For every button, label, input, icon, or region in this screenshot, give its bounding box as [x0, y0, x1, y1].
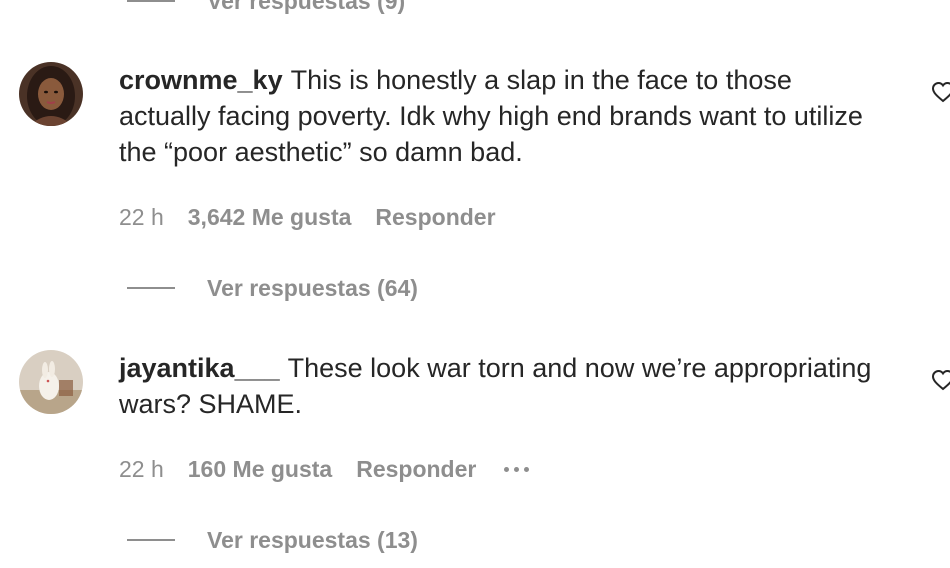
replies-divider-line: [127, 287, 175, 289]
avatar[interactable]: [19, 62, 83, 126]
view-replies-button[interactable]: Ver respuestas (64): [127, 273, 418, 303]
view-replies-label: Ver respuestas (13): [207, 526, 418, 553]
comment-meta: 22 h 3,642 Me gusta Responder: [119, 202, 524, 232]
view-replies-label: Ver respuestas (64): [207, 274, 418, 301]
avatar-jayantika-image: [19, 350, 83, 414]
view-replies-button[interactable]: Ver respuestas (9): [127, 0, 405, 16]
more-horizontal-icon[interactable]: [504, 454, 530, 484]
comment-likes-button[interactable]: 3,642 Me gusta: [188, 204, 352, 231]
replies-divider-line: [127, 539, 175, 541]
comment-body: crownme_ky This is honestly a slap in the…: [119, 62, 879, 170]
view-replies-label: Ver respuestas (9): [207, 0, 406, 14]
comment-likes-button[interactable]: 160 Me gusta: [188, 456, 332, 483]
replies-divider-line: [127, 0, 175, 2]
comment-body: jayantika___ These look war torn and now …: [119, 350, 879, 422]
comment-timestamp: 22 h: [119, 455, 164, 482]
avatar[interactable]: [19, 350, 83, 414]
comment-meta: 22 h 160 Me gusta Responder: [119, 454, 530, 484]
heart-icon[interactable]: [931, 80, 950, 104]
comments-panel: Ver respuestas (9) crownme_ky This is hon…: [0, 0, 950, 568]
comment-timestamp: 22 h: [119, 203, 164, 230]
reply-button[interactable]: Responder: [375, 204, 495, 231]
reply-button[interactable]: Responder: [356, 456, 476, 483]
comment-username[interactable]: crownme_ky: [119, 65, 283, 95]
view-replies-button[interactable]: Ver respuestas (13): [127, 525, 418, 555]
comment-username[interactable]: jayantika___: [119, 353, 280, 383]
heart-icon[interactable]: [931, 368, 950, 392]
avatar-crownme-ky-image: [19, 62, 83, 126]
